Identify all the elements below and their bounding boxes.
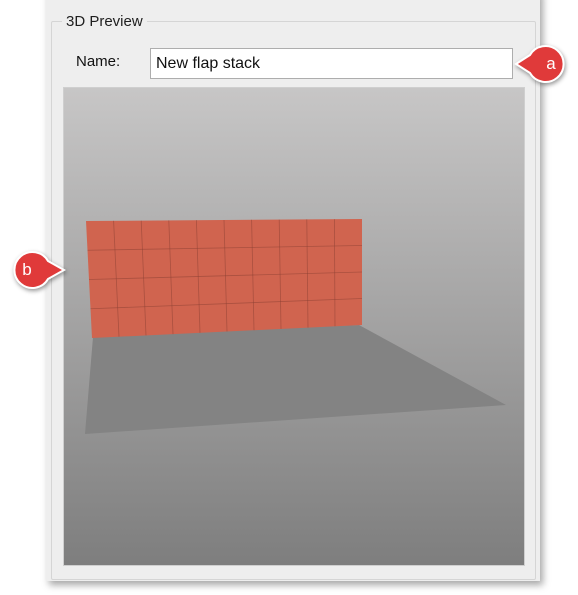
- callout-b-label: b: [22, 260, 32, 279]
- callout-b: b: [0, 249, 67, 293]
- name-label: Name:: [76, 53, 121, 70]
- name-input[interactable]: [150, 48, 513, 79]
- callout-a-label: a: [546, 54, 556, 73]
- callout-a: a: [514, 43, 578, 87]
- 3d-scene: [64, 88, 524, 565]
- 3d-preview-viewport[interactable]: [63, 87, 525, 566]
- group-title: 3D Preview: [62, 13, 147, 30]
